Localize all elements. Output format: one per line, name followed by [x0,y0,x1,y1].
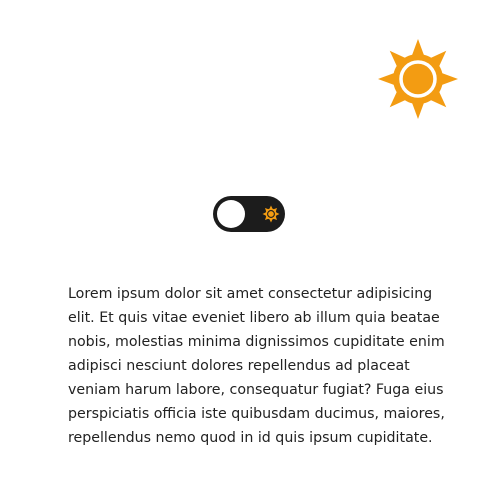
sun-icon [262,205,280,223]
body-paragraph: Lorem ipsum dolor sit amet consectetur a… [68,286,445,446]
sun-icon [377,38,459,120]
toggle-knob[interactable] [217,200,245,228]
theme-toggle[interactable] [213,196,285,232]
